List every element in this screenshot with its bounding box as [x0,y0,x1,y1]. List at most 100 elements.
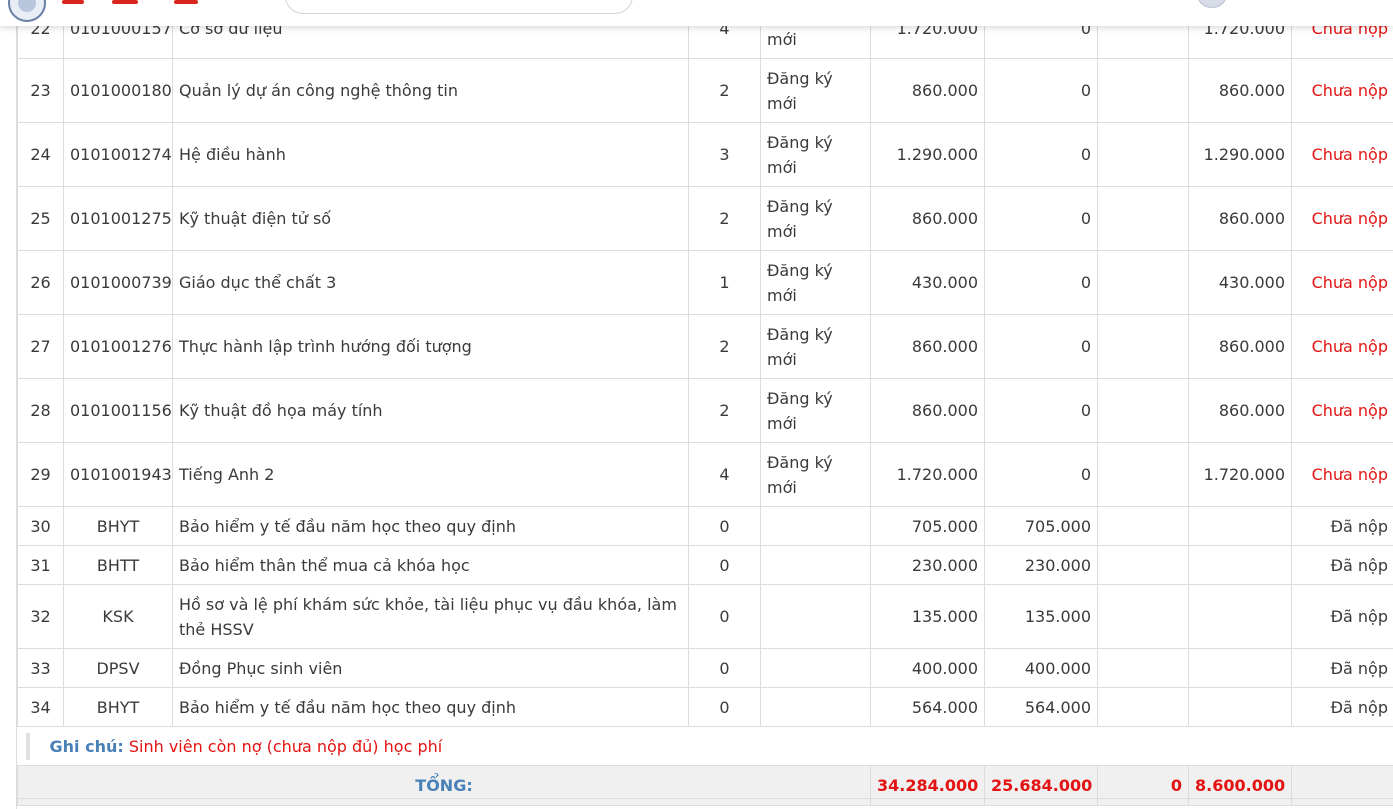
cell-stt: 28 [17,378,64,443]
school-logo-icon[interactable] [8,0,46,22]
table-row: 23 0101000180 Quản lý dự án công nghệ th… [17,58,1393,123]
note-label: Ghi chú: [49,736,124,756]
user-avatar-icon[interactable] [1196,0,1228,8]
cell-stt: 24 [17,122,64,187]
cell-course-name: Đồng Phục sinh viên [172,648,689,688]
cell-credits: 2 [688,314,761,379]
cell-registration-type: Đăng ký mới [760,58,871,123]
cell-registration-type: Đăng ký mới [760,250,871,315]
cell-registration-type [760,545,871,585]
cell-course-name: Bảo hiểm y tế đầu năm học theo quy định [172,687,689,727]
cell-amount: 860.000 [870,186,985,251]
cell-stt: 34 [17,687,64,727]
tuition-table: 22 0101000157 Cơ sở dữ liệu 4 mới 1.720.… [17,0,1393,806]
cell-course-code: 0101001156 [63,378,173,443]
cell-course-code: BHYT [63,506,173,546]
cell-credits: 2 [688,378,761,443]
cell-credits: 2 [688,58,761,123]
cell-exempt [1097,314,1189,379]
total-paid: 25.684.000 [984,765,1098,806]
cell-stt: 33 [17,648,64,688]
cell-credits: 4 [688,442,761,507]
cell-status: Chưa nộp [1291,314,1393,379]
cell-debt [1188,648,1292,688]
total-debt: 8.600.000 [1188,765,1292,806]
cell-stt: 27 [17,314,64,379]
cell-exempt [1097,186,1189,251]
cell-stt: 31 [17,545,64,585]
cell-debt: 1.290.000 [1188,122,1292,187]
cell-paid: 0 [984,58,1098,123]
cell-registration-type: Đăng ký mới [760,122,871,187]
tuition-table-body: 22 0101000157 Cơ sở dữ liệu 4 mới 1.720.… [17,0,1393,806]
cell-amount: 1.290.000 [870,122,985,187]
table-row: 28 0101001156 Kỹ thuật đồ họa máy tính 2… [17,378,1393,443]
cell-exempt [1097,687,1189,727]
cell-registration-type [760,506,871,546]
cell-course-code: 0101001943 [63,442,173,507]
total-exempt: 0 [1097,765,1189,806]
cell-status: Chưa nộp [1291,186,1393,251]
cell-debt: 430.000 [1188,250,1292,315]
cell-course-code: DPSV [63,648,173,688]
table-row: 27 0101001276 Thực hành lập trình hướng … [17,314,1393,379]
cell-course-code: 0101001275 [63,186,173,251]
cell-course-code: BHTT [63,545,173,585]
cell-paid: 564.000 [984,687,1098,727]
cell-course-code: BHYT [63,687,173,727]
cell-registration-type: Đăng ký mới [760,442,871,507]
cell-status: Chưa nộp [1291,58,1393,123]
cell-exempt [1097,122,1189,187]
cell-exempt [1097,506,1189,546]
note-cell: Ghi chú: Sinh viên còn nợ (chưa nộp đủ) … [17,726,1393,766]
table-row: 30 BHYT Bảo hiểm y tế đầu năm học theo q… [17,506,1393,546]
cell-stt: 30 [17,506,64,546]
cell-exempt [1097,442,1189,507]
table-row: 31 BHTT Bảo hiểm thân thể mua cả khóa họ… [17,545,1393,585]
cell-registration-type [760,687,871,727]
cell-debt [1188,584,1292,649]
note-text: Sinh viên còn nợ (chưa nộp đủ) học phí [128,736,443,756]
table-row: 34 BHYT Bảo hiểm y tế đầu năm học theo q… [17,687,1393,727]
cell-amount: 705.000 [870,506,985,546]
cell-paid: 0 [984,442,1098,507]
cell-course-name: Tiếng Anh 2 [172,442,689,507]
table-row: 32 KSK Hồ sơ và lệ phí khám sức khỏe, tà… [17,584,1393,649]
table-row: 29 0101001943 Tiếng Anh 2 4 Đăng ký mới … [17,442,1393,507]
cell-course-code: 0101001274 [63,122,173,187]
tuition-panel: 22 0101000157 Cơ sở dữ liệu 4 mới 1.720.… [16,0,1393,809]
cell-stt: 26 [17,250,64,315]
cell-debt: 860.000 [1188,58,1292,123]
cell-debt: 1.720.000 [1188,442,1292,507]
cell-exempt [1097,584,1189,649]
cell-status: Đã nộp [1291,584,1393,649]
cell-course-name: Bảo hiểm thân thể mua cả khóa học [172,545,689,585]
cell-status: Chưa nộp [1291,378,1393,443]
cell-course-code: 0101000180 [63,58,173,123]
cell-registration-type: Đăng ký mới [760,314,871,379]
total-label: TỔNG: [17,765,871,806]
cell-course-code: 0101000739 [63,250,173,315]
cell-credits: 0 [688,545,761,585]
top-navbar [0,0,1393,26]
cell-course-name: Giáo dục thể chất 3 [172,250,689,315]
cell-status: Đã nộp [1291,648,1393,688]
cell-course-code: KSK [63,584,173,649]
cell-course-name: Hồ sơ và lệ phí khám sức khỏe, tài liệu … [172,584,689,649]
note-row: Ghi chú: Sinh viên còn nợ (chưa nộp đủ) … [17,726,1393,766]
cell-amount: 430.000 [870,250,985,315]
cell-debt: 860.000 [1188,378,1292,443]
search-box[interactable] [285,0,633,14]
cell-registration-type: Đăng ký mới [760,378,871,443]
cell-credits: 2 [688,186,761,251]
cell-credits: 0 [688,584,761,649]
cell-exempt [1097,378,1189,443]
cell-course-name: Quản lý dự án công nghệ thông tin [172,58,689,123]
cell-debt: 860.000 [1188,186,1292,251]
cell-status: Đã nộp [1291,687,1393,727]
cell-paid: 0 [984,314,1098,379]
cell-amount: 1.720.000 [870,442,985,507]
cell-stt: 29 [17,442,64,507]
cell-course-name: Kỹ thuật đồ họa máy tính [172,378,689,443]
cell-credits: 0 [688,648,761,688]
